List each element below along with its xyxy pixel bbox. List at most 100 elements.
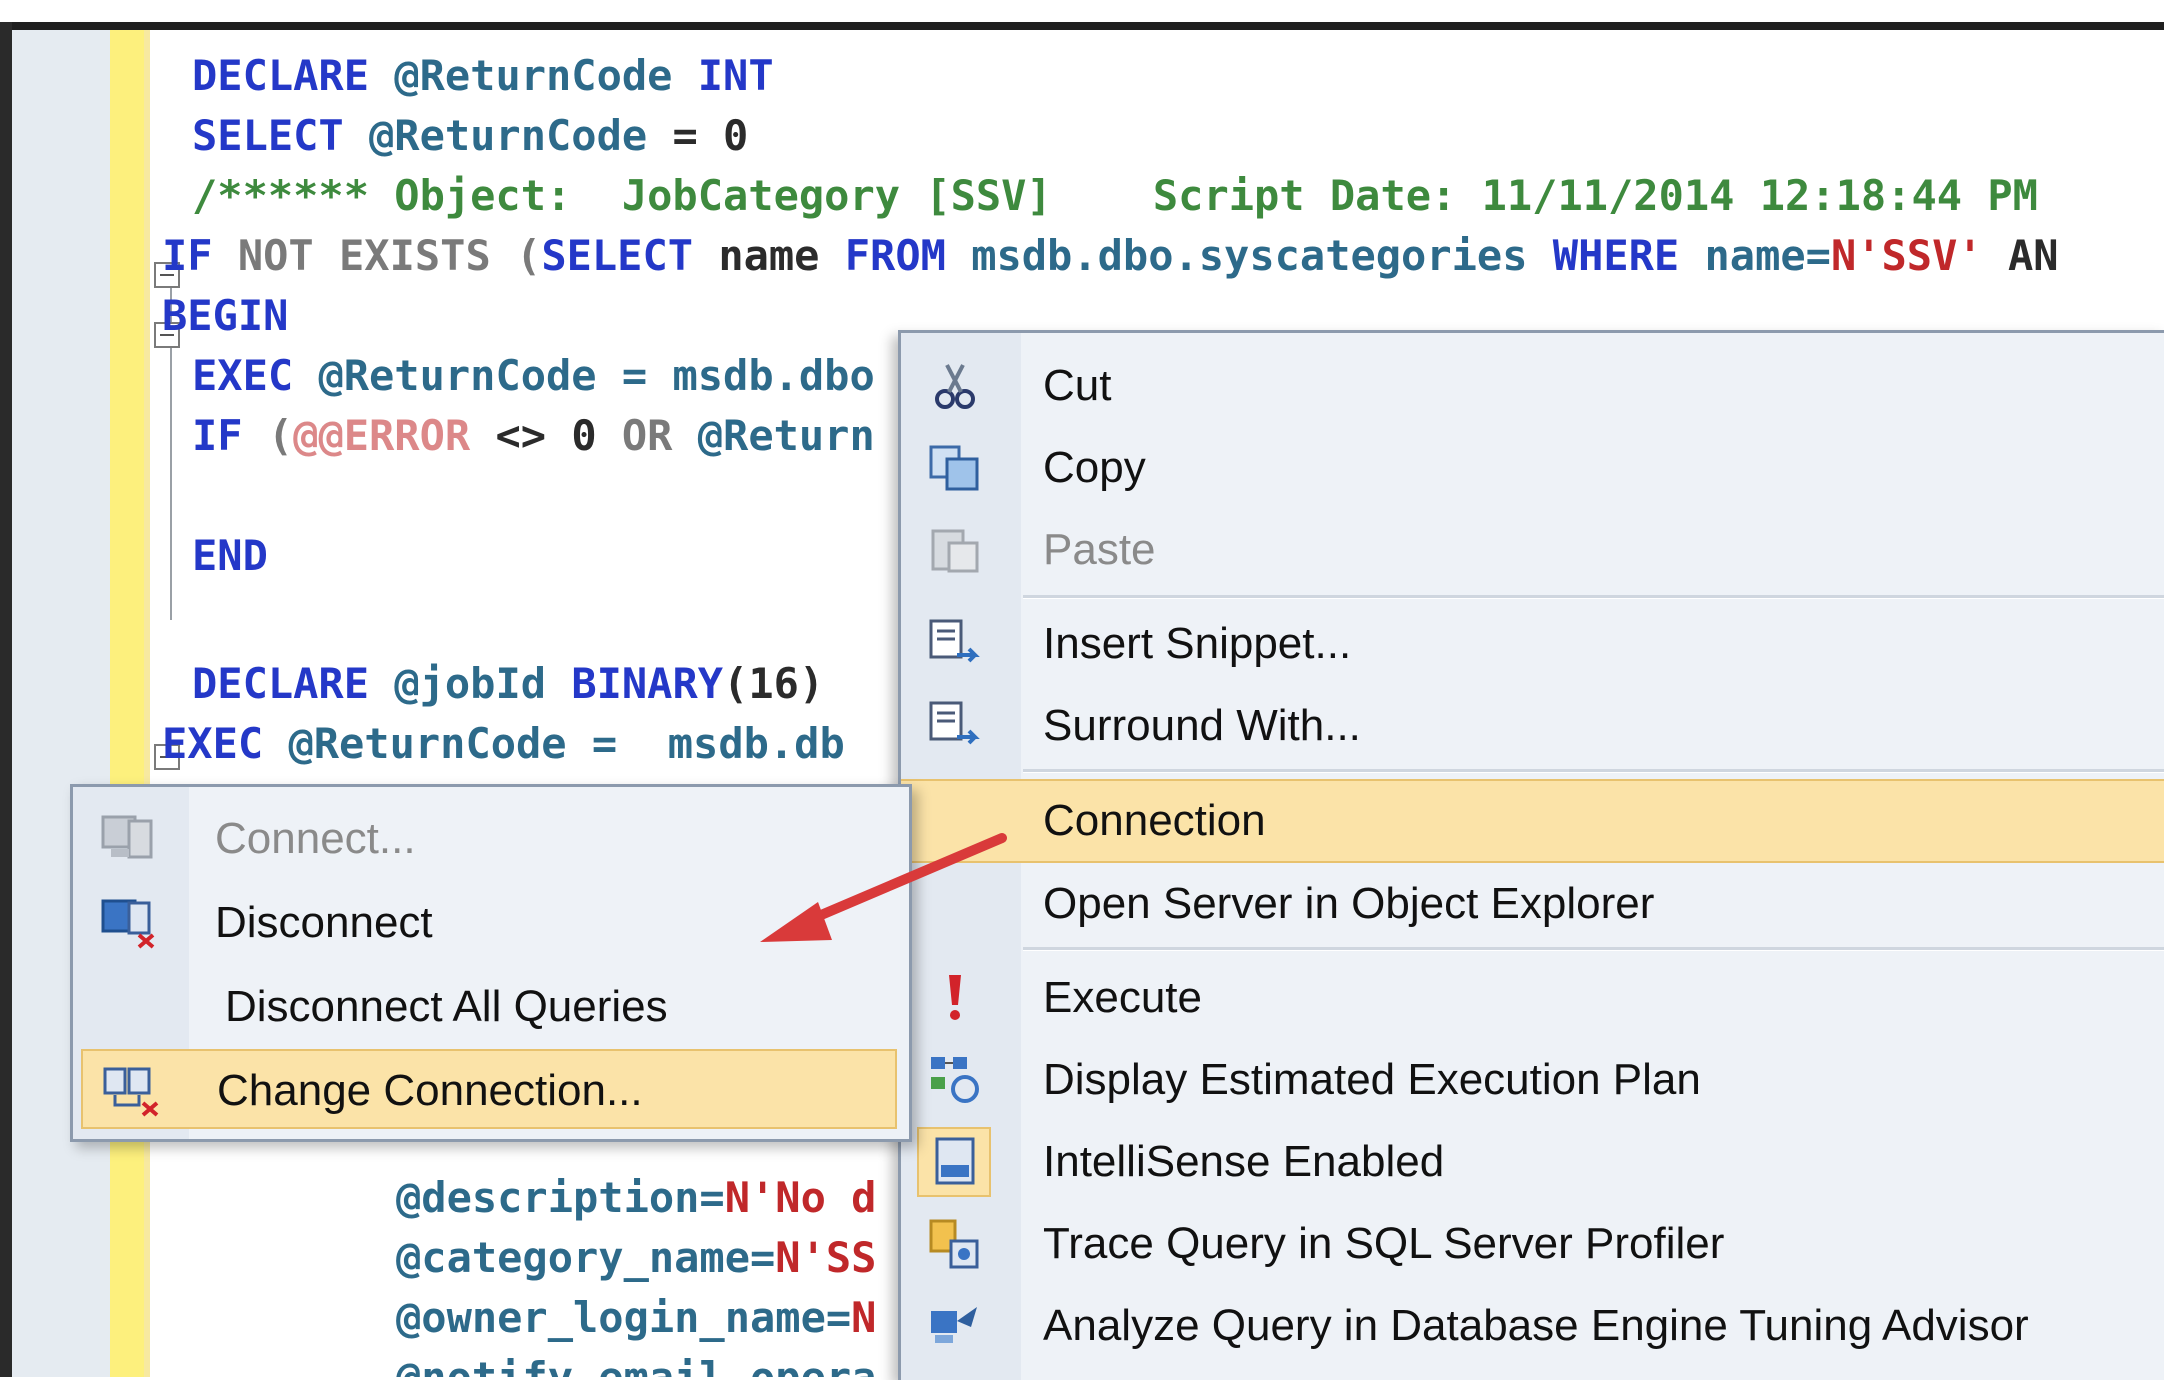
code-token: @@ERROR <box>293 411 471 460</box>
code-token: @ReturnCode <box>263 719 592 768</box>
code-token: IF <box>162 231 213 280</box>
code-token: @jobId <box>369 659 572 708</box>
tuning-advisor-icon <box>931 1307 977 1343</box>
code-token: = 0 <box>672 111 749 160</box>
submenu-item-label: Disconnect <box>215 898 433 947</box>
surround-with-icon <box>929 701 980 745</box>
menu-separator <box>1023 769 2164 773</box>
submenu-item-label: Connect... <box>215 814 416 863</box>
menu-item-label: Display Estimated Execution Plan <box>1043 1055 1701 1104</box>
execution-plan-icon <box>931 1057 979 1103</box>
code-token: FROM <box>844 231 946 280</box>
change-connection-icon <box>103 1067 159 1117</box>
code-token: @Return <box>672 411 875 460</box>
menu-item-cut[interactable]: Cut <box>901 347 2164 425</box>
menu-item-surround-with[interactable]: Surround With... <box>901 687 2164 765</box>
menu-item-trace-query-profiler[interactable]: Trace Query in SQL Server Profiler <box>901 1205 2164 1283</box>
code-token: @ReturnCode <box>369 51 698 100</box>
code-line: END <box>192 526 268 586</box>
menu-item-label: Connection <box>1043 796 1266 845</box>
menu-item-label: Cut <box>1043 361 1112 410</box>
code-token: SELECT <box>192 111 344 160</box>
code-token: msdb.dbo.syscategories <box>945 231 1553 280</box>
code-token: name= <box>1679 231 1831 280</box>
menu-item-label: Copy <box>1043 443 1146 492</box>
code-line: @description=N'No d <box>396 1168 876 1228</box>
code-token: N'SS <box>775 1233 877 1282</box>
profiler-icon <box>929 1219 979 1269</box>
code-line: EXEC @ReturnCode = msdb.db <box>162 714 845 774</box>
code-token: EXEC <box>162 719 264 768</box>
code-token: ( <box>242 411 294 460</box>
menu-item-open-server-object-explorer[interactable]: Open Server in Object Explorer <box>901 865 2164 943</box>
menu-item-label: Open Server in Object Explorer <box>1043 879 1655 928</box>
code-token: @ReturnCode <box>293 351 622 400</box>
code-comment: /****** Object: JobCategory [SSV] Script… <box>192 171 2038 220</box>
code-token: END <box>192 531 268 580</box>
code-token: SELECT <box>541 231 694 280</box>
code-token: <> 0 <box>470 411 622 460</box>
code-line: @owner_login_name=N <box>396 1288 876 1348</box>
code-token: INT <box>697 51 774 100</box>
paste-icon <box>931 529 979 573</box>
menu-item-copy[interactable]: Copy <box>901 429 2164 507</box>
code-token: IF <box>192 411 243 460</box>
code-token: WHERE <box>1552 231 1680 280</box>
code-token: (16) <box>723 659 825 708</box>
menu-item-analyze-query-tuning-advisor[interactable]: Analyze Query in Database Engine Tuning … <box>901 1287 2164 1365</box>
code-line: IF (@@ERROR <> 0 OR @Return <box>192 406 875 466</box>
menu-item-label: Insert Snippet... <box>1043 619 1352 668</box>
menu-item-label: Execute <box>1043 973 1202 1022</box>
menu-item-label: IntelliSense Enabled <box>1043 1137 1445 1186</box>
menu-item-insert-snippet[interactable]: Insert Snippet... <box>901 605 2164 683</box>
menu-item-connection[interactable]: Connection <box>901 779 2164 863</box>
code-token: EXEC <box>192 351 294 400</box>
code-line: /****** Object: JobCategory [SSV] Script… <box>192 166 2038 226</box>
code-line: DECLARE @jobId BINARY(16) <box>192 654 824 714</box>
menu-item-paste[interactable]: Paste <box>901 511 2164 589</box>
code-token: N <box>851 1293 877 1342</box>
menu-item-intellisense-enabled[interactable]: IntelliSense Enabled <box>901 1123 2164 1201</box>
code-line: @category_name=N'SS <box>396 1228 876 1288</box>
code-line: EXEC @ReturnCode = msdb.dbo <box>192 346 875 406</box>
code-line: @notify_email_opera <box>396 1348 876 1377</box>
code-token: = msdb.db <box>591 719 845 768</box>
code-line: SELECT @ReturnCode = 0 <box>192 106 748 166</box>
code-token: @notify_email_opera <box>396 1353 876 1377</box>
insert-snippet-icon <box>929 619 980 663</box>
code-token: BEGIN <box>162 291 289 340</box>
window-top-edge <box>0 22 2164 30</box>
menu-item-execute[interactable]: Execute <box>901 959 2164 1037</box>
submenu-item-label: Change Connection... <box>217 1066 643 1115</box>
code-token: @category_name= <box>396 1233 776 1282</box>
change-tracking-bar-edge <box>144 30 150 1377</box>
code-token: BINARY <box>571 659 724 708</box>
context-menu: Cut Copy Paste Insert Snippet... Surroun… <box>898 330 2164 1380</box>
code-token: @description= <box>396 1173 725 1222</box>
submenu-item-label: Disconnect All Queries <box>225 982 668 1031</box>
menu-separator <box>1023 595 2164 599</box>
menu-item-label: Analyze Query in Database Engine Tuning … <box>1043 1301 2029 1350</box>
submenu-item-disconnect-all[interactable]: Disconnect All Queries <box>81 967 897 1047</box>
code-token: name <box>693 231 845 280</box>
scissors-icon <box>935 364 975 409</box>
menu-separator <box>1023 947 2164 951</box>
editor-gutter <box>12 30 110 1377</box>
copy-icon <box>929 445 979 491</box>
code-token: NOT EXISTS ( <box>212 231 542 280</box>
code-token: N'SSV' <box>1830 231 1983 280</box>
code-token: DECLARE <box>192 659 370 708</box>
code-token: OR <box>621 411 673 460</box>
menu-item-display-estimated-plan[interactable]: Display Estimated Execution Plan <box>901 1041 2164 1119</box>
code-line: BEGIN <box>162 286 288 346</box>
code-token: @ReturnCode <box>343 111 673 160</box>
code-token: @owner_login_name= <box>396 1293 852 1342</box>
menu-item-label: Paste <box>1043 525 1156 574</box>
menu-item-label: Surround With... <box>1043 701 1361 750</box>
code-line: DECLARE @ReturnCode INT <box>192 46 774 106</box>
code-token: N'No d <box>724 1173 877 1222</box>
code-token: AN <box>1982 231 2059 280</box>
execute-icon <box>949 975 961 1020</box>
change-tracking-bar <box>110 30 144 1377</box>
submenu-item-change-connection[interactable]: Change Connection... <box>81 1049 897 1129</box>
